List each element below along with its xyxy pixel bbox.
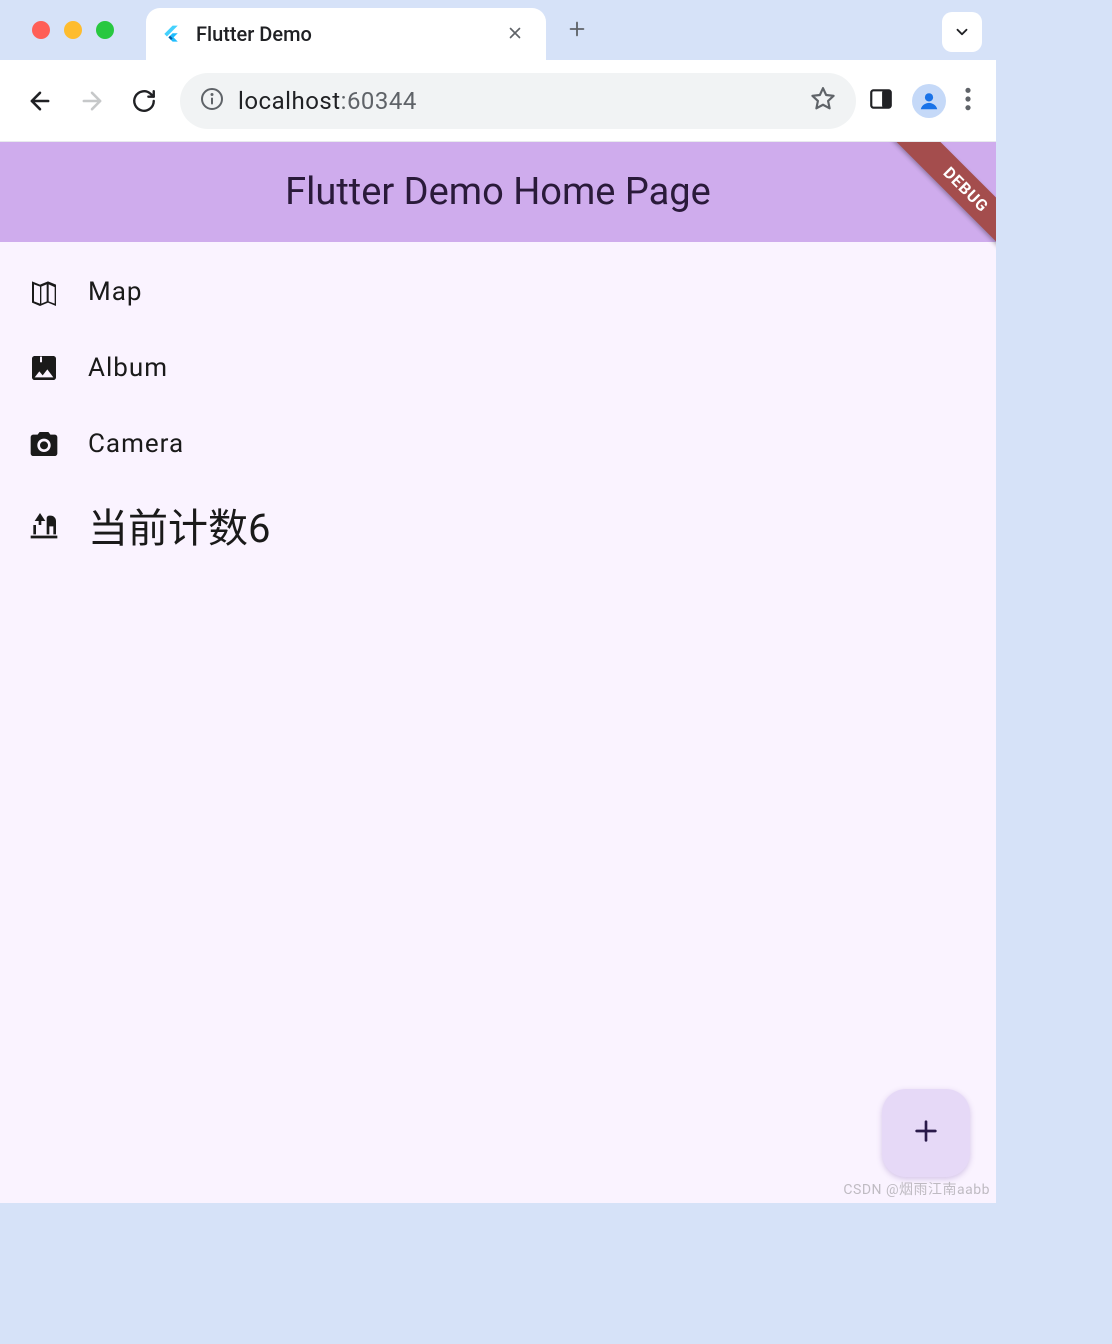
new-tab-button[interactable] — [566, 14, 588, 47]
back-button[interactable] — [16, 77, 64, 125]
address-bar[interactable]: localhost:60344 — [180, 73, 856, 129]
list-view: Map Album Camera 当前计数6 — [0, 242, 996, 580]
tab-title: Flutter Demo — [196, 22, 488, 46]
profile-button[interactable] — [912, 84, 946, 118]
app-bar-title: Flutter Demo Home Page — [285, 170, 711, 214]
list-item-label: Album — [88, 353, 168, 383]
app-viewport: Flutter Demo Home Page DEBUG Map Album C… — [0, 142, 996, 1203]
reload-button[interactable] — [120, 77, 168, 125]
site-info-icon[interactable] — [200, 87, 224, 115]
browser-toolbar: localhost:60344 — [0, 60, 996, 142]
list-item-label: Camera — [88, 429, 184, 459]
browser-tab-strip: Flutter Demo — [0, 0, 996, 60]
overflow-menu-icon[interactable] — [964, 86, 972, 116]
browser-tab[interactable]: Flutter Demo — [146, 8, 546, 60]
side-panel-icon[interactable] — [868, 86, 894, 116]
album-icon — [28, 352, 60, 384]
counter-text: 当前计数6 — [88, 496, 270, 554]
maximize-window-button[interactable] — [96, 21, 114, 39]
tab-search-button[interactable] — [942, 12, 982, 52]
map-icon — [28, 276, 60, 308]
camera-icon — [28, 428, 60, 460]
floating-action-button[interactable] — [882, 1089, 970, 1177]
forward-button[interactable] — [68, 77, 116, 125]
plus-icon — [910, 1115, 942, 1151]
list-item-album[interactable]: Album — [0, 330, 996, 406]
list-item-counter[interactable]: 当前计数6 — [0, 482, 996, 568]
flutter-favicon-icon — [160, 23, 182, 45]
list-item-map[interactable]: Map — [0, 254, 996, 330]
close-window-button[interactable] — [32, 21, 50, 39]
bookmark-star-icon[interactable] — [810, 86, 836, 116]
minimize-window-button[interactable] — [64, 21, 82, 39]
list-item-camera[interactable]: Camera — [0, 406, 996, 482]
kitchen-icon — [28, 509, 60, 541]
url-text: localhost:60344 — [238, 87, 796, 115]
list-item-label: Map — [88, 277, 142, 307]
window-controls — [8, 21, 114, 39]
tab-close-button[interactable] — [502, 20, 528, 48]
app-bar: Flutter Demo Home Page — [0, 142, 996, 242]
watermark-text: CSDN @烟雨江南aabb — [843, 1179, 990, 1199]
